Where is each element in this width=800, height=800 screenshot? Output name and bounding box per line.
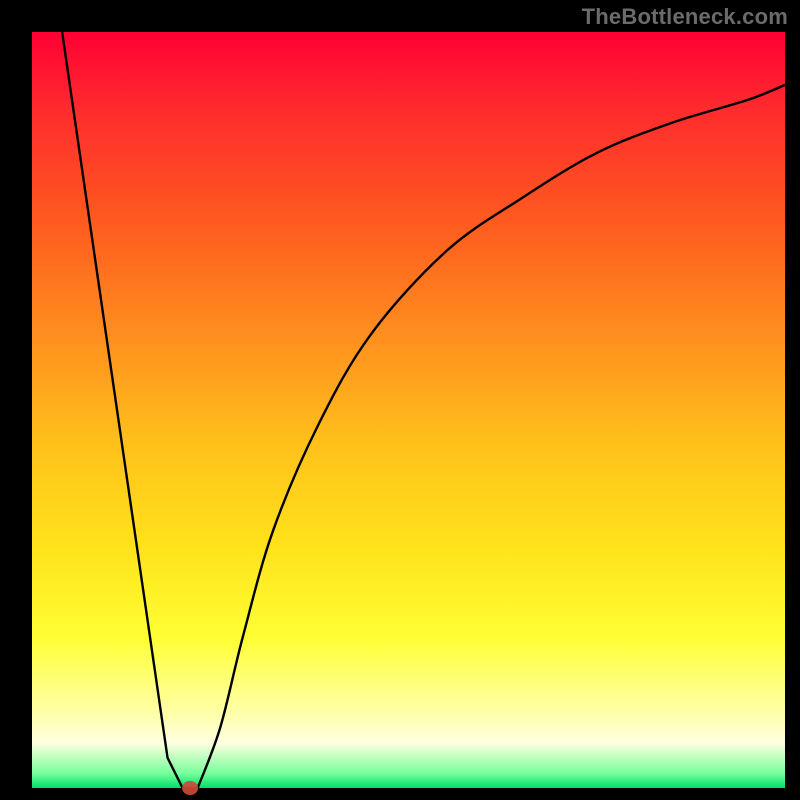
curve-layer — [62, 32, 785, 788]
watermark-text: TheBottleneck.com — [582, 4, 788, 30]
bottleneck-curve — [62, 32, 785, 788]
chart-frame: TheBottleneck.com — [0, 0, 800, 800]
min-marker — [182, 781, 198, 795]
marker-layer — [182, 781, 198, 795]
chart-svg — [0, 0, 800, 800]
